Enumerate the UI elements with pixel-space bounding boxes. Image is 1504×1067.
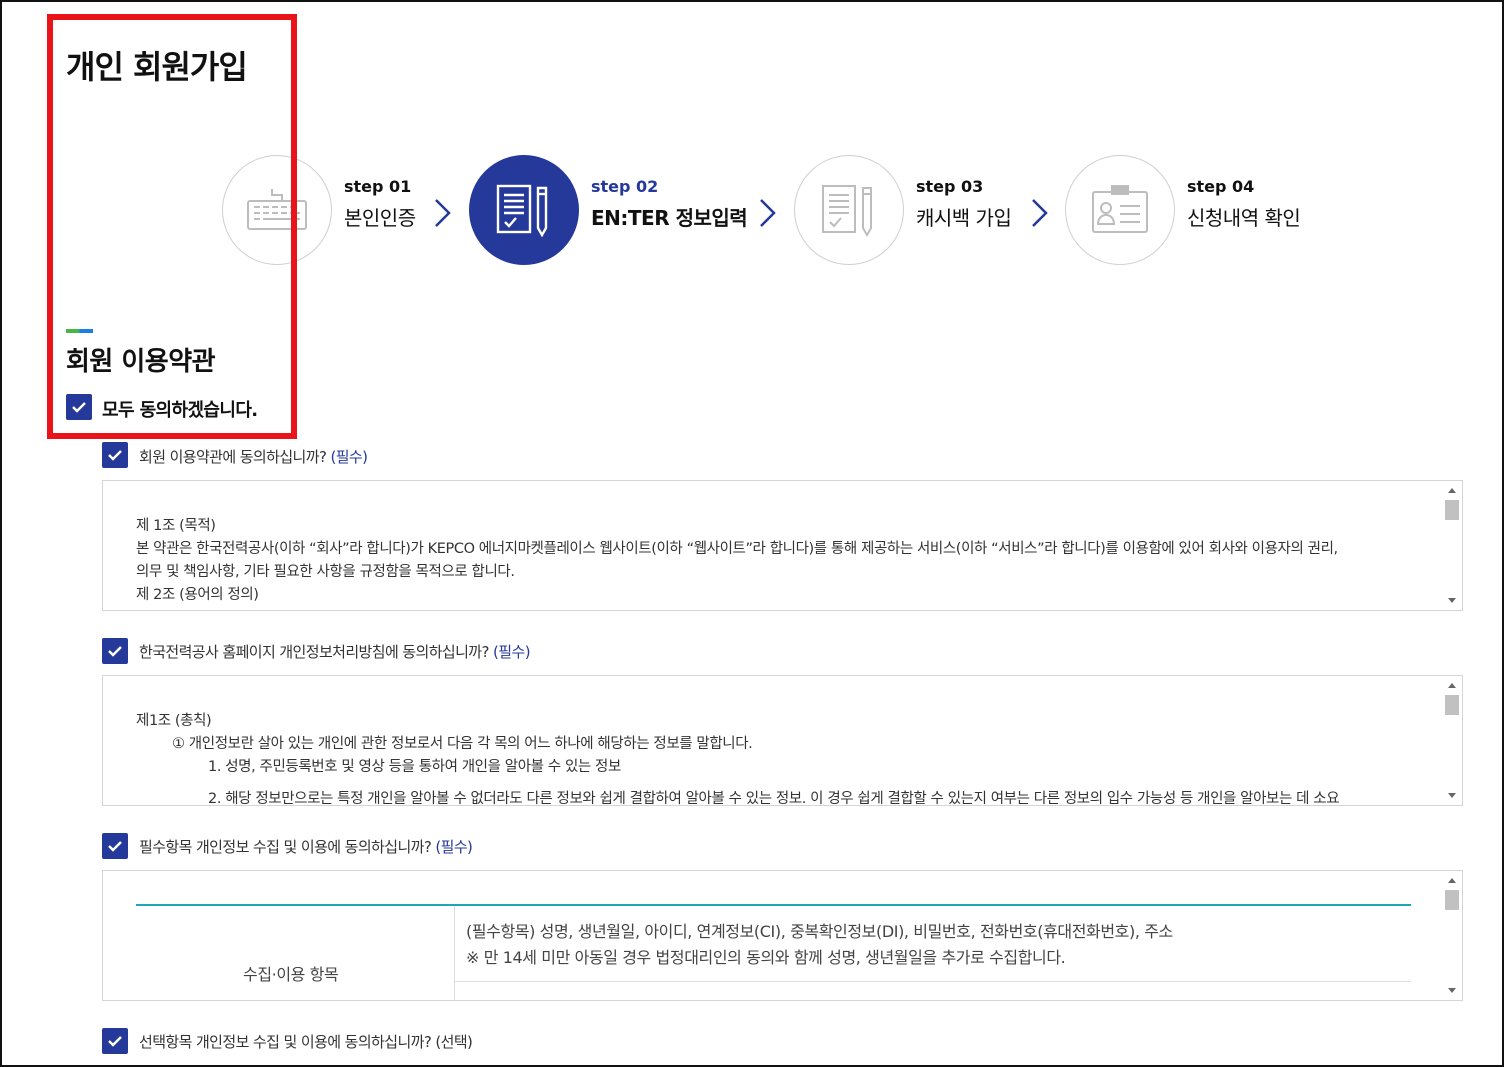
form-pen-icon xyxy=(794,155,904,265)
agreement-privacy-policy-checkbox[interactable] xyxy=(102,638,128,664)
check-icon xyxy=(72,402,86,413)
terms-text: 제 1조 (목적) 본 약관은 한국전력공사(이하 “회사”라 합니다)가 KE… xyxy=(136,518,1338,603)
step-number: step 01 xyxy=(344,177,412,196)
table-data-cell: (필수항목) 성명, 생년월일, 아이디, 연계정보(CI), 중복확인정보(D… xyxy=(466,922,1173,967)
required-tag: (필수) xyxy=(435,838,473,856)
agreement-optional-info-checkbox[interactable] xyxy=(102,1028,128,1054)
table-top-border xyxy=(136,904,1411,906)
optional-tag: (선택) xyxy=(435,1033,473,1051)
agreement-privacy-policy-label[interactable]: 한국전력공사 홈페이지 개인정보처리방침에 동의하십니까? (필수) xyxy=(139,641,531,662)
step-name: EN:TER 정보입력 xyxy=(591,206,748,230)
terms-text-box[interactable]: 제 1조 (목적) 본 약관은 한국전력공사(이하 “회사”라 합니다)가 KE… xyxy=(102,480,1463,611)
check-icon xyxy=(108,450,122,461)
agreement-terms-label[interactable]: 회원 이용약관에 동의하십니까? (필수) xyxy=(139,446,368,467)
agreement-optional-info-label[interactable]: 선택항목 개인정보 수집 및 이용에 동의하십니까? (선택) xyxy=(139,1031,473,1052)
check-icon xyxy=(108,1036,122,1047)
scrollbar[interactable] xyxy=(1442,871,1462,1000)
section-title: 회원 이용약관 xyxy=(66,347,216,377)
step-name: 신청내역 확인 xyxy=(1187,206,1301,230)
chevron-right-icon xyxy=(760,199,776,227)
check-icon xyxy=(108,646,122,657)
form-pen-icon xyxy=(469,155,579,265)
keyboard-icon xyxy=(222,155,332,265)
table-header-cell: 수집·이용 항목 xyxy=(243,965,339,984)
scrollbar[interactable] xyxy=(1442,481,1462,610)
agree-all-label[interactable]: 모두 동의하겠습니다. xyxy=(102,396,258,422)
privacy-policy-text: 제1조 (총칙) ① 개인정보란 살아 있는 개인에 관한 정보로서 다음 각 … xyxy=(136,713,1340,806)
step-name: 캐시백 가입 xyxy=(916,206,1012,230)
step-number: step 03 xyxy=(916,177,984,196)
step-number: step 02 xyxy=(591,177,659,196)
page-title: 개인 회원가입 xyxy=(66,48,248,86)
agreement-required-info-checkbox[interactable] xyxy=(102,833,128,859)
required-tag: (필수) xyxy=(493,643,531,661)
chevron-right-icon xyxy=(1032,199,1048,227)
id-card-icon xyxy=(1065,155,1175,265)
scrollbar[interactable] xyxy=(1442,676,1462,805)
agreement-required-info-label[interactable]: 필수항목 개인정보 수집 및 이용에 동의하십니까? (필수) xyxy=(139,836,473,857)
privacy-policy-text-box[interactable]: 제1조 (총칙) ① 개인정보란 살아 있는 개인에 관한 정보로서 다음 각 … xyxy=(102,675,1463,806)
chevron-right-icon xyxy=(435,199,451,227)
agreement-terms-checkbox[interactable] xyxy=(102,442,128,468)
section-accent-bar xyxy=(66,329,93,333)
required-tag: (필수) xyxy=(330,448,368,466)
check-icon xyxy=(108,841,122,852)
step-name: 본인인증 xyxy=(344,206,416,230)
agree-all-checkbox[interactable] xyxy=(66,394,92,420)
step-number: step 04 xyxy=(1187,177,1255,196)
required-info-table-box[interactable]: 수집·이용 항목 (필수항목) 성명, 생년월일, 아이디, 연계정보(CI),… xyxy=(102,870,1463,1001)
